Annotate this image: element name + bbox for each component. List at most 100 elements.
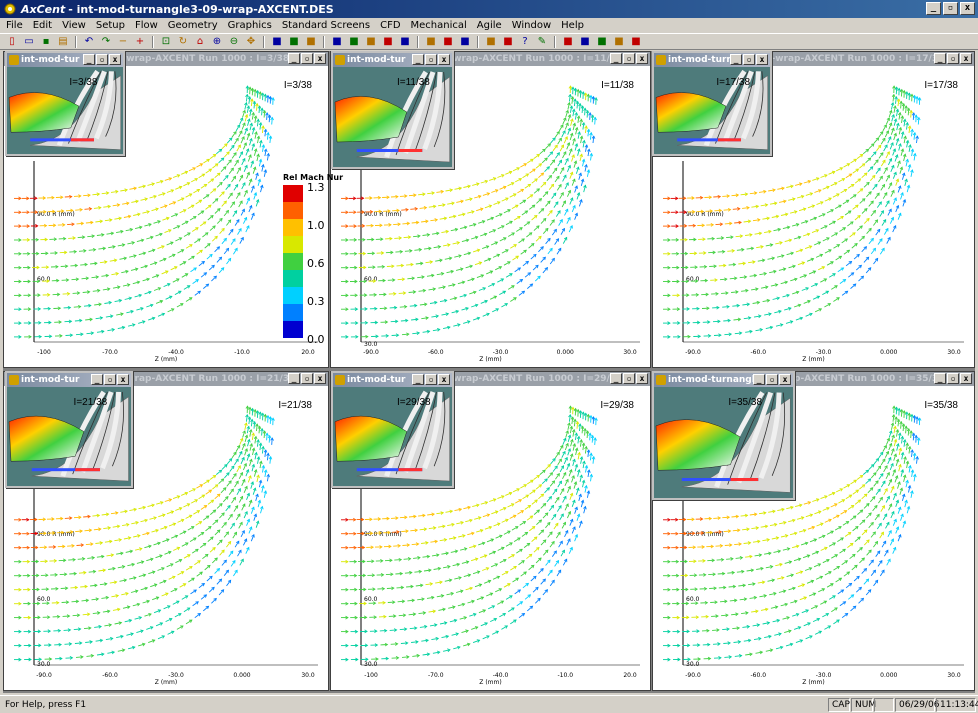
blade-icon[interactable]: ■ xyxy=(270,35,284,48)
plot-minimize-button[interactable]: _ xyxy=(610,373,622,384)
blade-view-restore-button[interactable]: ▫ xyxy=(743,54,755,65)
plot-close-button[interactable]: x xyxy=(314,53,326,64)
mesh3-icon[interactable]: ■ xyxy=(398,35,412,48)
help-icon[interactable]: ? xyxy=(518,35,532,48)
plot3-icon[interactable]: ■ xyxy=(458,35,472,48)
colorbar-swatch xyxy=(283,321,303,338)
x-tick-label: -40.0 xyxy=(493,672,509,679)
restore-button[interactable]: ▫ xyxy=(943,2,958,15)
plot-restore-button[interactable]: ▫ xyxy=(623,373,635,384)
plot-restore-button[interactable]: ▫ xyxy=(947,373,959,384)
zoom-in-icon[interactable]: ⊕ xyxy=(210,35,224,48)
blade-view-minimize-button[interactable]: _ xyxy=(412,374,424,385)
zoom-plus-icon[interactable]: + xyxy=(133,35,147,48)
plot-close-button[interactable]: x xyxy=(960,373,972,384)
blade-view-close-button[interactable]: x xyxy=(117,374,129,385)
blade-3d-view-window[interactable]: int-mod-tur _ ▫ x I=21/38 xyxy=(5,371,133,488)
screen2-icon[interactable]: ■ xyxy=(578,35,592,48)
plot-minimize-button[interactable]: _ xyxy=(288,373,300,384)
mesh2-icon[interactable]: ■ xyxy=(381,35,395,48)
menu-mechanical[interactable]: Mechanical xyxy=(411,20,467,31)
blade-3d-view-window[interactable]: int-mod-tur _ ▫ x I=11/38 xyxy=(331,51,454,169)
title-bar[interactable]: AxCent - int-mod-turnangle3-09-wrap-AXCE… xyxy=(0,0,978,18)
pan-icon[interactable]: ✥ xyxy=(244,35,258,48)
blade-view-restore-button[interactable]: ▫ xyxy=(425,54,437,65)
plot-minimize-button[interactable]: _ xyxy=(288,53,300,64)
table2-icon[interactable]: ■ xyxy=(501,35,515,48)
menu-geometry[interactable]: Geometry xyxy=(168,20,218,31)
table-icon[interactable]: ■ xyxy=(484,35,498,48)
menu-window[interactable]: Window xyxy=(512,20,551,31)
plot2-icon[interactable]: ■ xyxy=(441,35,455,48)
plot-icon[interactable]: ■ xyxy=(424,35,438,48)
blade-view-minimize-button[interactable]: _ xyxy=(412,54,424,65)
blade-view-restore-button[interactable]: ▫ xyxy=(96,54,108,65)
open-folder-icon[interactable]: ▭ xyxy=(22,35,36,48)
run-icon[interactable]: ■ xyxy=(364,35,378,48)
menu-edit[interactable]: Edit xyxy=(33,20,52,31)
minimize-button[interactable]: _ xyxy=(926,2,941,15)
blade-view-close-button[interactable]: x xyxy=(438,374,450,385)
plot-close-button[interactable]: x xyxy=(636,53,648,64)
blade-view-minimize-button[interactable]: _ xyxy=(83,54,95,65)
home-view-icon[interactable]: ⌂ xyxy=(193,35,207,48)
plot-minimize-button[interactable]: _ xyxy=(610,53,622,64)
grid-icon[interactable]: ■ xyxy=(304,35,318,48)
plot-minimize-button[interactable]: _ xyxy=(934,373,946,384)
blade-view-restore-button[interactable]: ▫ xyxy=(766,374,778,385)
screen1-icon[interactable]: ■ xyxy=(561,35,575,48)
blade-view-minimize-button[interactable]: _ xyxy=(753,374,765,385)
plot-restore-button[interactable]: ▫ xyxy=(301,53,313,64)
blade-view-minimize-button[interactable]: _ xyxy=(730,54,742,65)
x-axis-label: Z (mm) xyxy=(155,356,177,363)
blade-view-station-label: I=17/38 xyxy=(716,77,751,88)
zoom-out-icon[interactable]: ⊖ xyxy=(227,35,241,48)
plot-close-button[interactable]: x xyxy=(636,373,648,384)
menu-flow[interactable]: Flow xyxy=(135,20,158,31)
close-button[interactable]: x xyxy=(960,2,975,15)
blade-3d-view-window[interactable]: int-mod-tur _ ▫ x I=29/38 xyxy=(331,371,454,488)
x-tick-label: 30.0 xyxy=(623,349,637,356)
blade-view-close-button[interactable]: x xyxy=(109,54,121,65)
plot-close-button[interactable]: x xyxy=(960,53,972,64)
menu-agile[interactable]: Agile xyxy=(477,20,502,31)
screen4-icon[interactable]: ■ xyxy=(612,35,626,48)
screen3-icon[interactable]: ■ xyxy=(595,35,609,48)
x-tick-label: -30.0 xyxy=(816,349,832,356)
zoom-minus-icon[interactable]: − xyxy=(116,35,130,48)
undo-icon[interactable]: ↶ xyxy=(82,35,96,48)
menu-graphics[interactable]: Graphics xyxy=(228,20,272,31)
new-file-icon[interactable]: ▯ xyxy=(5,35,19,48)
blade-view-minimize-button[interactable]: _ xyxy=(91,374,103,385)
blade-view-restore-button[interactable]: ▫ xyxy=(425,374,437,385)
menu-standard-screens[interactable]: Standard Screens xyxy=(282,20,370,31)
blade-view-restore-button[interactable]: ▫ xyxy=(104,374,116,385)
plot-close-button[interactable]: x xyxy=(314,373,326,384)
menu-setup[interactable]: Setup xyxy=(96,20,125,31)
rotate-icon[interactable]: ↻ xyxy=(176,35,190,48)
plot-restore-button[interactable]: ▫ xyxy=(301,373,313,384)
blade-alt-icon[interactable]: ■ xyxy=(287,35,301,48)
zoom-box-icon[interactable]: ⊡ xyxy=(159,35,173,48)
whats-this-icon[interactable]: ✎ xyxy=(535,35,549,48)
print-icon[interactable]: ▤ xyxy=(56,35,70,48)
plot-minimize-button[interactable]: _ xyxy=(934,53,946,64)
screen5-icon[interactable]: ■ xyxy=(629,35,643,48)
blade-3d-view-window[interactable]: int-mod-turn _ ▫ x I=17/38 xyxy=(652,51,772,156)
blade-view-close-button[interactable]: x xyxy=(779,374,791,385)
plot-restore-button[interactable]: ▫ xyxy=(947,53,959,64)
blade-3d-view-window[interactable]: int-mod-turnangl _ ▫ x I=35/38 xyxy=(652,371,795,500)
save-icon[interactable]: ▪ xyxy=(39,35,53,48)
plot-restore-button[interactable]: ▫ xyxy=(623,53,635,64)
blade-3d-view-window[interactable]: int-mod-tur _ ▫ x I=3/38 xyxy=(5,51,125,156)
blade-view-close-button[interactable]: x xyxy=(756,54,768,65)
menu-file[interactable]: File xyxy=(6,20,23,31)
menu-cfd[interactable]: CFD xyxy=(380,20,400,31)
blade-view-close-button[interactable]: x xyxy=(438,54,450,65)
menu-help[interactable]: Help xyxy=(561,20,584,31)
window-title: - int-mod-turnangle3-09-wrap-AXCENT.DES xyxy=(68,2,334,16)
mesh-icon[interactable]: ■ xyxy=(330,35,344,48)
cfd-icon[interactable]: ■ xyxy=(347,35,361,48)
menu-view[interactable]: View xyxy=(62,20,86,31)
redo-icon[interactable]: ↷ xyxy=(99,35,113,48)
